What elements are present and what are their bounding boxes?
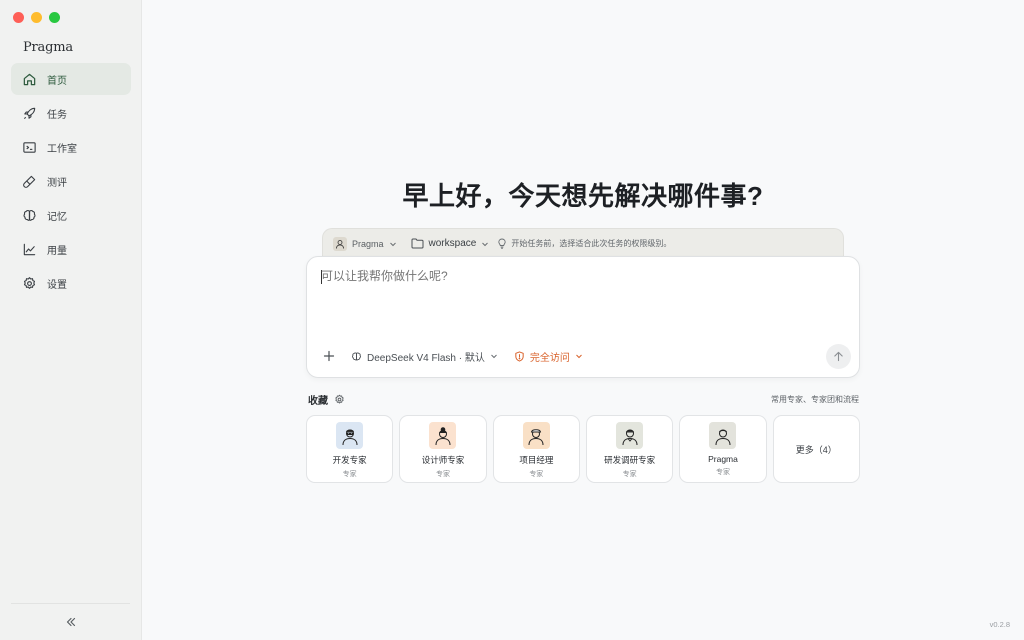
rocket-icon — [23, 107, 36, 119]
card-role: 专家 — [435, 471, 450, 478]
chevrons-left-icon — [66, 617, 75, 627]
agent-selector[interactable]: Pragma — [333, 236, 397, 251]
expert-card-project-manager[interactable]: 项目经理 专家 — [492, 415, 580, 483]
access-level-selector[interactable]: 完全访问 — [514, 349, 583, 364]
favorites-title: 收藏 — [308, 396, 328, 407]
chart-line-icon — [23, 243, 36, 255]
card-role: 专家 — [342, 471, 357, 478]
sidebar-item-label: 用量 — [47, 245, 67, 257]
sidebar-item-label: 记忆 — [47, 211, 67, 223]
expert-card-researcher[interactable]: 研发调研专家 专家 — [585, 415, 674, 483]
favorites-cards: 开发专家 专家 设计师专家 专家 项目经理 专家 研发调研专家 专家 Pragm… — [306, 415, 860, 483]
close-window-button[interactable] — [13, 12, 24, 23]
plus-icon — [323, 350, 335, 362]
favorites-header: 收藏 常用专家、专家团和流程 — [308, 392, 859, 407]
expert-card-designer[interactable]: 设计师专家 专家 — [399, 415, 487, 483]
app-window: Pragma 首页 任务 工作室 测评 记忆 用量 设置 早上好，今天想先解决哪… — [0, 0, 1024, 640]
sidebar-item-label: 任务 — [47, 109, 67, 121]
task-context-bar: Pragma workspace 开始任务前，选择适合此次任务的权限级别。 — [322, 228, 844, 258]
main-content: 早上好，今天想先解决哪件事? Pragma workspace 开始任务前，选择… — [142, 0, 1024, 640]
expert-card-pragma[interactable]: Pragma 专家 — [679, 415, 767, 483]
avatar — [522, 422, 550, 449]
chevron-down-icon — [575, 354, 582, 359]
more-label: 更多（4） — [795, 444, 837, 455]
workspace-name: workspace — [428, 238, 477, 249]
terminal-icon — [23, 141, 36, 153]
sidebar-item-studio[interactable]: 工作室 — [11, 131, 131, 163]
folder-icon — [411, 238, 424, 249]
sidebar-item-label: 工作室 — [47, 143, 77, 155]
sidebar-item-home[interactable]: 首页 — [11, 63, 131, 95]
avatar — [333, 236, 347, 251]
workspace-selector[interactable]: workspace — [411, 238, 490, 249]
avatar — [709, 422, 737, 449]
sidebar-item-settings[interactable]: 设置 — [11, 267, 131, 299]
permission-hint-text: 开始任务前，选择适合此次任务的权限级别。 — [511, 239, 672, 248]
model-selector[interactable]: DeepSeek V4 Flash · 默认 — [351, 349, 498, 364]
composer-toolbar: DeepSeek V4 Flash · 默认 完全访问 — [319, 343, 851, 369]
sidebar-item-memory[interactable]: 记忆 — [11, 199, 131, 231]
collapse-sidebar-button[interactable] — [61, 612, 81, 632]
brain-icon — [352, 351, 361, 360]
card-role: 专家 — [622, 471, 637, 478]
sidebar-item-tasks[interactable]: 任务 — [11, 97, 131, 129]
app-logo: Pragma — [23, 40, 73, 55]
avatar — [336, 422, 364, 449]
sidebar-item-evaluation[interactable]: 测评 — [11, 165, 131, 197]
sidebar: Pragma 首页 任务 工作室 测评 记忆 用量 设置 — [0, 0, 142, 640]
sidebar-item-label: 设置 — [47, 279, 67, 291]
more-experts-button[interactable]: 更多（4） — [772, 415, 860, 483]
access-level-label: 完全访问 — [529, 352, 570, 364]
card-name: 研发调研专家 — [604, 455, 656, 465]
card-name: 设计师专家 — [421, 455, 465, 465]
app-version: v0.2.8 — [989, 620, 1010, 629]
sidebar-item-usage[interactable]: 用量 — [11, 233, 131, 265]
send-button[interactable] — [826, 343, 851, 369]
page-title: 早上好，今天想先解决哪件事? — [402, 181, 764, 211]
test-tube-icon — [23, 175, 36, 188]
favorites-link[interactable]: 常用专家、专家团和流程 — [771, 394, 859, 405]
sidebar-footer — [11, 603, 130, 640]
zoom-window-button[interactable] — [49, 12, 60, 23]
card-role: 专家 — [715, 469, 730, 476]
gear-icon — [23, 276, 36, 289]
chevron-down-icon — [482, 242, 489, 246]
chat-composer: DeepSeek V4 Flash · 默认 完全访问 — [306, 256, 860, 378]
add-attachment-button[interactable] — [319, 346, 339, 366]
expert-card-developer[interactable]: 开发专家 专家 — [306, 415, 394, 483]
minimize-window-button[interactable] — [31, 12, 42, 23]
gear-icon — [335, 394, 344, 404]
chevron-down-icon — [490, 354, 497, 359]
card-name: 项目经理 — [519, 455, 554, 465]
model-name: DeepSeek V4 Flash · 默认 — [367, 352, 485, 364]
sidebar-item-label: 首页 — [47, 75, 67, 87]
avatar — [616, 422, 644, 449]
card-name: 开发专家 — [332, 455, 367, 465]
home-icon — [23, 73, 36, 85]
chevron-down-icon — [389, 242, 396, 246]
sidebar-nav: 首页 任务 工作室 测评 记忆 用量 设置 — [11, 63, 131, 301]
window-controls — [13, 12, 60, 23]
avatar — [429, 422, 457, 449]
shield-alert-icon — [515, 350, 524, 362]
agent-name: Pragma — [352, 238, 384, 249]
sidebar-item-label: 测评 — [47, 177, 67, 189]
arrow-up-icon — [834, 351, 843, 361]
brain-icon — [23, 209, 36, 221]
permission-hint: 开始任务前，选择适合此次任务的权限级别。 — [497, 238, 671, 249]
card-name: Pragma — [708, 454, 738, 464]
favorites-settings-button[interactable] — [334, 394, 345, 405]
lightbulb-icon — [498, 238, 506, 249]
prompt-input[interactable] — [321, 269, 845, 283]
card-role: 专家 — [529, 471, 544, 478]
